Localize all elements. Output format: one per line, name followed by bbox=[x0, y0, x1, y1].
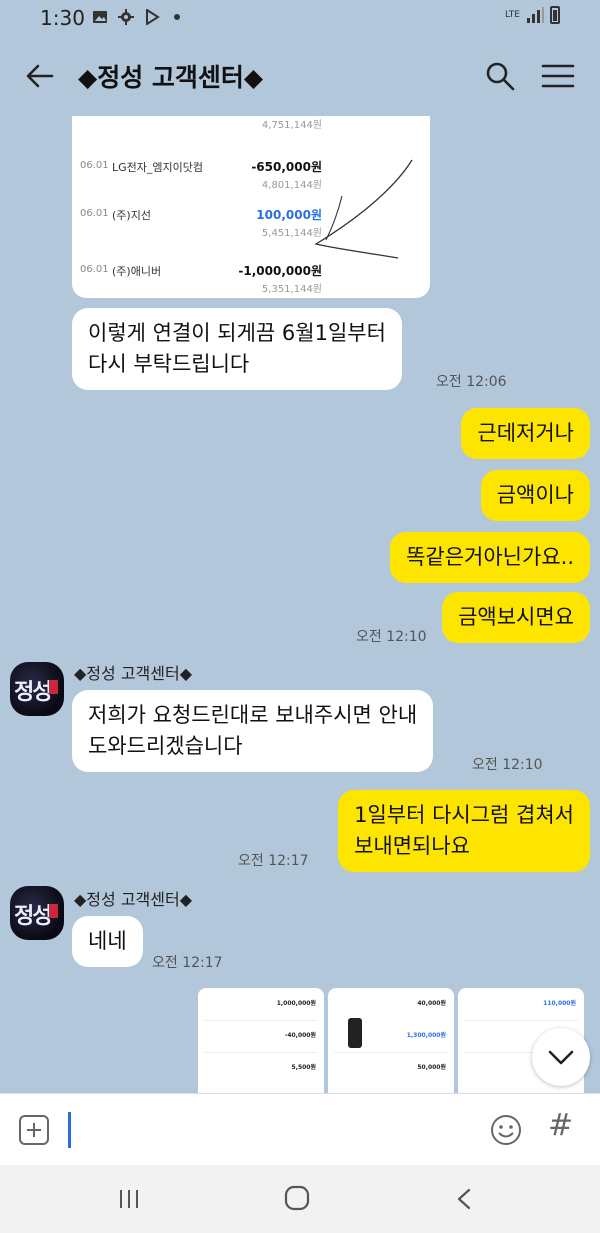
divider bbox=[464, 1020, 578, 1021]
receipt-top-balance: 4,751,144원 bbox=[261, 120, 322, 131]
message-bubble-incoming[interactable]: 이렇게 연결이 되게끔 6월1일부터 다시 부탁드립니다 bbox=[72, 308, 402, 390]
battery-icon bbox=[550, 6, 560, 24]
receipt-name: (주)애니버 bbox=[112, 265, 162, 278]
divider bbox=[334, 1052, 448, 1053]
thumbnail-amount: 40,000원 bbox=[417, 1000, 446, 1007]
status-notification-icons bbox=[92, 9, 180, 25]
notification-dot-icon bbox=[174, 14, 180, 20]
emoji-icon[interactable] bbox=[488, 1112, 524, 1148]
message-bubble-incoming[interactable]: 네네 bbox=[72, 916, 143, 967]
receipt-balance: 5,351,144원 bbox=[261, 284, 322, 295]
message-bubble-outgoing[interactable]: 금액이나 bbox=[480, 470, 590, 521]
message-input-field[interactable] bbox=[68, 1112, 71, 1148]
message-bubble-outgoing[interactable]: 금액보시면요 bbox=[442, 592, 590, 643]
image-thumbnail[interactable]: 1,000,000원 -40,000원 5,500원 bbox=[198, 988, 324, 1093]
home-icon[interactable] bbox=[284, 1185, 310, 1211]
thumbnail-amount: 5,500원 bbox=[291, 1064, 317, 1071]
divider bbox=[204, 1052, 318, 1053]
message-line: 1일부터 다시그럼 겹쳐서 bbox=[354, 803, 574, 827]
gallery-icon bbox=[93, 11, 107, 23]
message-bubble-outgoing[interactable]: 근데저거나 bbox=[461, 408, 590, 459]
avatar-badge bbox=[49, 680, 58, 694]
system-navigation-bar bbox=[0, 1165, 600, 1233]
status-bar: 1:30 LTE bbox=[0, 0, 600, 36]
message-bubble-incoming[interactable]: 저희가 요청드린대로 보내주시면 안내 도와드리겠습니다 bbox=[72, 690, 434, 772]
receipt-row: 06.01 (주)애니버 -1,000,000원 5,351,144원 bbox=[72, 256, 430, 298]
thumbnail-amount: 110,000원 bbox=[543, 1000, 576, 1007]
message-time: 오전 12:10 bbox=[472, 757, 543, 773]
search-icon[interactable] bbox=[482, 58, 518, 94]
message-line: 금액보시면요 bbox=[458, 605, 574, 629]
status-right-icons: LTE bbox=[505, 6, 560, 24]
recent-apps-icon[interactable] bbox=[118, 1187, 140, 1211]
chat-room-title: ◆정성 고객센터◆ bbox=[78, 63, 264, 92]
message-line: 네네 bbox=[88, 929, 127, 953]
message-line: 근데저거나 bbox=[477, 421, 574, 445]
sender-name: ◆정성 고객센터◆ bbox=[74, 664, 193, 683]
message-line: 저희가 요청드린대로 보내주시면 안내 bbox=[88, 703, 418, 727]
message-time: 오전 12:06 bbox=[436, 374, 507, 390]
receipt-amount: -1,000,000원 bbox=[238, 264, 322, 278]
avatar[interactable]: 정성 bbox=[10, 886, 64, 940]
divider bbox=[204, 1020, 318, 1021]
avatar-label: 정성 bbox=[14, 679, 53, 705]
message-time: 오전 12:17 bbox=[238, 853, 309, 869]
avatar-label: 정성 bbox=[14, 903, 53, 929]
sender-name: ◆정성 고객센터◆ bbox=[74, 890, 193, 909]
image-thumbnail[interactable]: 40,000원 1,300,000원 50,000원 bbox=[328, 988, 454, 1093]
message-line: 이렇게 연결이 되게끔 6월1일부터 bbox=[88, 321, 386, 345]
plus-square-icon[interactable] bbox=[18, 1114, 50, 1146]
receipt-date: 06.01 bbox=[80, 160, 109, 171]
thumbnail-amount: 1,000,000원 bbox=[276, 1000, 316, 1007]
message-line: 다시 부탁드립니다 bbox=[88, 352, 250, 376]
handwritten-arrow-drawing bbox=[314, 159, 413, 259]
scroll-to-bottom-button[interactable] bbox=[532, 1028, 590, 1086]
message-line: 똑같은거아닌가요.. bbox=[406, 545, 574, 569]
shared-receipt-image[interactable]: 4,751,144원 06.01 LG전자_엠지이닷컴 -650,000원 4,… bbox=[72, 116, 430, 298]
message-input-bar: # bbox=[0, 1093, 600, 1165]
avatar[interactable]: 정성 bbox=[10, 662, 64, 716]
thumbnail-amount: 50,000원 bbox=[417, 1064, 446, 1071]
redacted-mark bbox=[348, 1018, 362, 1048]
back-icon[interactable] bbox=[454, 1187, 474, 1211]
status-time: 1:30 bbox=[40, 6, 85, 30]
message-time: 오전 12:10 bbox=[356, 629, 427, 645]
message-time: 오전 12:17 bbox=[152, 955, 223, 971]
network-type: LTE bbox=[505, 9, 520, 20]
receipt-name: (주)지선 bbox=[112, 209, 151, 222]
shared-image-group[interactable]: 1,000,000원 -40,000원 5,500원 40,000원 1,300… bbox=[198, 988, 588, 1093]
receipt-name: LG전자_엠지이닷컴 bbox=[112, 161, 203, 174]
message-bubble-outgoing[interactable]: 똑같은거아닌가요.. bbox=[390, 532, 590, 583]
hamburger-menu-icon[interactable] bbox=[538, 58, 578, 94]
thumbnail-amount: 1,300,000원 bbox=[406, 1032, 446, 1039]
play-store-icon bbox=[146, 9, 160, 25]
message-line: 도와드리겠습니다 bbox=[88, 734, 243, 758]
chevron-down-icon bbox=[548, 1050, 574, 1065]
receipt-date: 06.01 bbox=[80, 264, 109, 275]
signal-icon bbox=[527, 7, 544, 23]
avatar-badge bbox=[49, 904, 58, 918]
message-line: 보내면되나요 bbox=[354, 834, 470, 858]
message-bubble-outgoing[interactable]: 1일부터 다시그럼 겹쳐서 보내면되나요 bbox=[338, 790, 590, 872]
arrow-left-icon[interactable] bbox=[22, 58, 58, 94]
chat-header: ◆정성 고객센터◆ bbox=[0, 36, 600, 116]
settings-icon bbox=[118, 9, 134, 25]
chat-message-list[interactable]: 4,751,144원 06.01 LG전자_엠지이닷컴 -650,000원 4,… bbox=[0, 116, 600, 1093]
hashtag-search-button[interactable]: # bbox=[548, 1108, 573, 1143]
message-line: 금액이나 bbox=[496, 483, 574, 507]
thumbnail-amount: -40,000원 bbox=[284, 1032, 316, 1039]
receipt-date: 06.01 bbox=[80, 208, 109, 219]
